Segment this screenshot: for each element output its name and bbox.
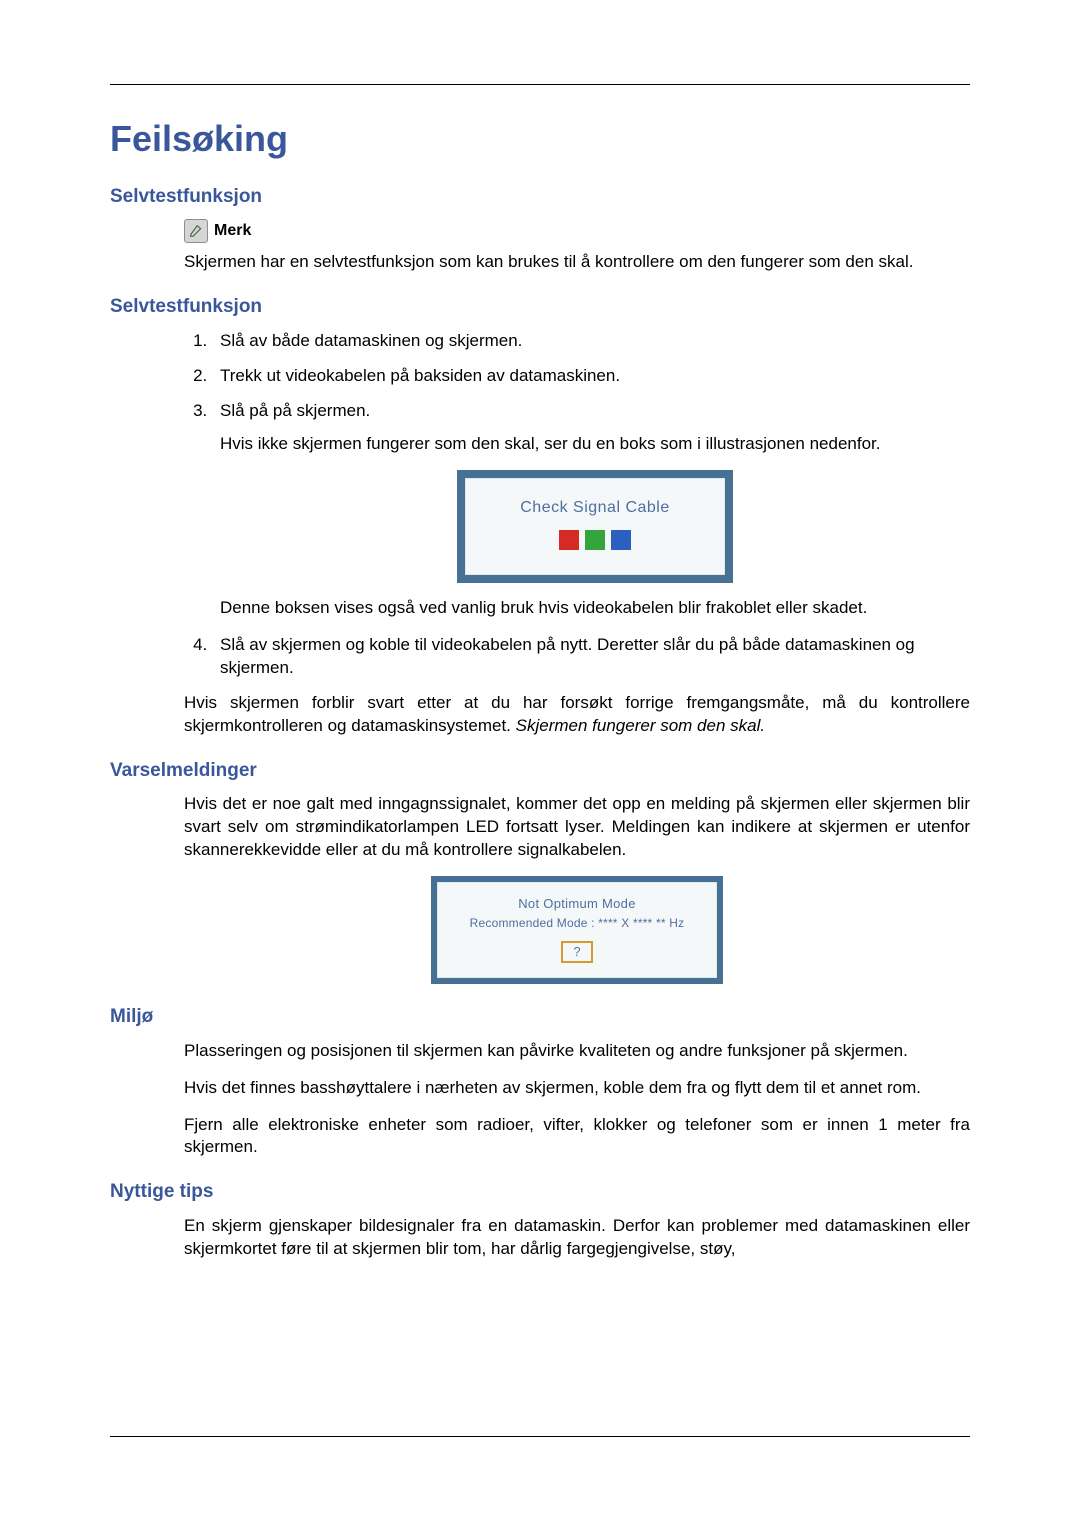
section-body: En skjerm gjenskaper bildesignaler fra e…	[184, 1215, 970, 1261]
color-squares	[474, 530, 716, 550]
section-body: Slå av både datamaskinen og skjermen. Tr…	[184, 330, 970, 738]
paragraph: Fjern alle elektroniske enheter som radi…	[184, 1114, 970, 1160]
section-body: Hvis det er noe galt med inngagnssignale…	[184, 793, 970, 984]
section-body: Plasseringen og posisjonen til skjermen …	[184, 1040, 970, 1160]
italic-text: Skjermen fungerer som den skal.	[516, 716, 765, 735]
step-text: Slå på på skjermen.	[220, 401, 370, 420]
red-square-icon	[559, 530, 579, 550]
osd-inner: Not Optimum Mode Recommended Mode : ****…	[437, 882, 717, 978]
list-item: Slå på på skjermen. Hvis ikke skjermen f…	[212, 400, 970, 620]
osd-check-signal-box: Check Signal Cable	[457, 470, 733, 584]
list-item: Slå av skjermen og koble til videokabele…	[212, 634, 970, 680]
bottom-rule	[110, 1436, 970, 1437]
note-row: Merk	[184, 219, 970, 243]
step-text: Slå av skjermen og koble til videokabele…	[220, 635, 915, 677]
note-icon	[184, 219, 208, 243]
osd-check-label: Check Signal Cable	[474, 497, 716, 519]
paragraph: Plasseringen og posisjonen til skjermen …	[184, 1040, 970, 1063]
osd-not-optimum-box: Not Optimum Mode Recommended Mode : ****…	[431, 876, 723, 984]
step-text: Trekk ut videokabelen på baksiden av dat…	[220, 366, 620, 385]
paragraph: Denne boksen vises også ved vanlig bruk …	[220, 597, 970, 620]
section-heading-miljo: Miljø	[110, 1004, 970, 1030]
step-text: Slå av både datamaskinen og skjermen.	[220, 331, 522, 350]
note-label: Merk	[214, 220, 251, 242]
section-heading-varselmeldinger: Varselmeldinger	[110, 758, 970, 784]
paragraph: Hvis ikke skjermen fungerer som den skal…	[220, 433, 970, 456]
section-heading-selvtest-2: Selvtestfunksjon	[110, 294, 970, 320]
osd-question-icon: ?	[561, 941, 593, 963]
paragraph: Hvis det finnes basshøyttalere i nærhete…	[184, 1077, 970, 1100]
section-heading-nyttige-tips: Nyttige tips	[110, 1179, 970, 1205]
paragraph: Hvis det er noe galt med inngagnssignale…	[184, 793, 970, 862]
list-item: Trekk ut videokabelen på baksiden av dat…	[212, 365, 970, 388]
paragraph: En skjerm gjenskaper bildesignaler fra e…	[184, 1215, 970, 1261]
paragraph: Skjermen har en selvtestfunksjon som kan…	[184, 251, 970, 274]
top-rule	[110, 84, 970, 85]
osd-inner: Check Signal Cable	[465, 478, 725, 576]
steps-list: Slå av både datamaskinen og skjermen. Tr…	[184, 330, 970, 680]
list-item: Slå av både datamaskinen og skjermen.	[212, 330, 970, 353]
page-title: Feilsøking	[110, 115, 970, 164]
osd-line1: Not Optimum Mode	[446, 895, 708, 913]
osd-line2: Recommended Mode : **** X **** ** Hz	[446, 915, 708, 931]
section-heading-selvtest-1: Selvtestfunksjon	[110, 184, 970, 210]
green-square-icon	[585, 530, 605, 550]
paragraph: Hvis skjermen forblir svart etter at du …	[184, 692, 970, 738]
blue-square-icon	[611, 530, 631, 550]
document-page: Feilsøking Selvtestfunksjon Merk Skjerme…	[0, 0, 1080, 1527]
section-body: Merk Skjermen har en selvtestfunksjon so…	[184, 219, 970, 274]
